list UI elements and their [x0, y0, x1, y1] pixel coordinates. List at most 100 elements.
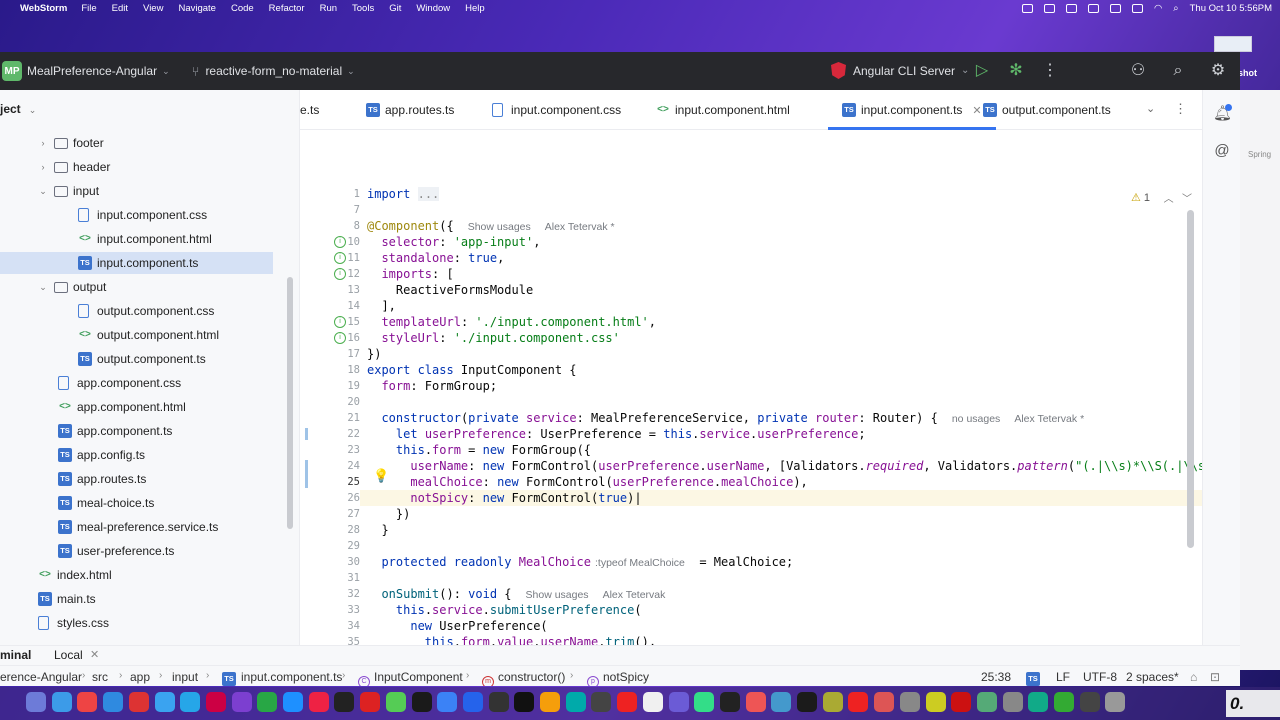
dock-app-icon[interactable] — [488, 692, 509, 712]
tree-file[interactable]: TS app.component.ts — [0, 420, 285, 442]
status-icon[interactable] — [1044, 3, 1055, 13]
dock-app-icon[interactable] — [334, 692, 355, 712]
vcs-change-marker[interactable] — [305, 428, 308, 440]
dock-app-icon[interactable] — [231, 692, 252, 712]
tree-file[interactable]: output.component.css — [0, 300, 285, 322]
dock-app-icon[interactable] — [462, 692, 483, 712]
tree-file[interactable]: TS main.ts — [0, 588, 285, 610]
dock-app-icon[interactable] — [719, 692, 740, 712]
tree-file[interactable]: TS input.component.ts — [0, 252, 273, 274]
tab-more-icon[interactable]: ⋮ — [1174, 101, 1187, 117]
author-hint[interactable]: Alex Tetervak * — [1014, 413, 1084, 425]
breadcrumb-input[interactable]: input — [172, 670, 198, 684]
more-icon[interactable]: ⋮ — [1040, 61, 1060, 81]
dock-app-icon[interactable] — [128, 692, 149, 712]
author-hint[interactable]: Alex Tetervak — [603, 589, 666, 601]
branch-name[interactable]: reactive-form_no-material — [205, 64, 342, 78]
tree-file[interactable]: TS meal-choice.ts — [0, 492, 285, 514]
breadcrumb-project[interactable]: erence-Angular — [0, 670, 82, 684]
dock-app-icon[interactable] — [205, 692, 226, 712]
chevron-right-icon[interactable]: › — [36, 138, 50, 148]
menu-git[interactable]: Git — [389, 3, 401, 14]
dock-app-icon[interactable] — [1105, 692, 1126, 712]
wifi-icon[interactable]: ◠ — [1154, 3, 1162, 14]
ai-assistant-icon[interactable]: @ — [1213, 142, 1231, 160]
project-name[interactable]: MealPreference-Angular — [27, 64, 157, 78]
run-icon[interactable]: ▷ — [972, 61, 992, 81]
tab-list-chevron-icon[interactable]: ⌄ — [1146, 102, 1155, 115]
menu-tools[interactable]: Tools — [352, 3, 374, 14]
terminal-tab-local[interactable]: Local — [54, 648, 83, 662]
dock-app-icon[interactable] — [1054, 692, 1074, 712]
add-user-icon[interactable]: ⚇ — [1128, 61, 1148, 81]
settings-gear-icon[interactable]: ⚙ — [1208, 61, 1228, 81]
status-icon[interactable] — [1110, 3, 1121, 13]
lock-icon[interactable]: ⊡ — [1210, 670, 1220, 684]
search-icon[interactable]: ⌕ — [1173, 3, 1178, 14]
project-panel-header[interactable]: ject ⌄ — [0, 102, 36, 116]
editor-tab[interactable]: TS input.component.ts ✕ — [828, 90, 996, 130]
chevron-down-icon[interactable]: ⌄ — [36, 186, 50, 197]
close-icon[interactable]: ✕ — [972, 104, 981, 117]
menu-window[interactable]: Window — [416, 3, 450, 14]
dock-app-icon[interactable] — [103, 692, 124, 712]
status-icon[interactable] — [1066, 3, 1077, 13]
dock-app-icon[interactable] — [1028, 692, 1049, 712]
problem-navigation-arrows[interactable]: ︿ ﹀ — [1164, 190, 1192, 205]
menu-app-name[interactable]: WebStorm — [20, 3, 67, 14]
menu-view[interactable]: View — [143, 3, 163, 14]
implements-icon[interactable]: i — [334, 236, 346, 248]
dock-app-icon[interactable] — [617, 692, 638, 712]
chevron-right-icon[interactable]: › — [36, 162, 50, 172]
caret-position[interactable]: 25:38 — [981, 670, 1011, 684]
dock-app-icon[interactable] — [257, 692, 278, 712]
dock-app-icon[interactable] — [848, 692, 869, 712]
dock-app-icon[interactable] — [976, 692, 997, 712]
dock-app-icon[interactable] — [77, 692, 98, 712]
breadcrumb-file[interactable]: TS input.component.ts — [222, 670, 342, 686]
dock-app-icon[interactable] — [1079, 692, 1100, 712]
code-editor[interactable]: 1 7 8 10 11 12 13 14 15 16 17 18 19 20 21 22 23 24 25 26 27 2… — [300, 130, 1240, 645]
terminal-title[interactable]: minal — [0, 648, 31, 662]
run-config-selector[interactable]: Angular CLI Server ⌄ — [831, 62, 969, 79]
show-usages-hint[interactable]: Show usages — [526, 589, 589, 601]
dock-app-icon[interactable] — [360, 692, 381, 712]
indent-setting[interactable]: 2 spaces* — [1126, 670, 1179, 684]
show-usages-hint[interactable]: Show usages — [468, 221, 531, 233]
desktop-screenshot-thumbnail[interactable] — [1214, 36, 1252, 52]
editor-tab[interactable]: input.component.css — [492, 90, 621, 130]
dock-app-icon[interactable] — [308, 692, 329, 712]
editor-tab[interactable]: <> input.component.html — [656, 90, 790, 130]
vcs-change-marker[interactable] — [305, 460, 308, 488]
tree-file[interactable]: styles.css — [0, 612, 285, 634]
implements-icon[interactable]: i — [334, 252, 346, 264]
dock-app-icon[interactable] — [925, 692, 946, 712]
tree-folder[interactable]: › footer — [0, 132, 285, 154]
tree-file[interactable]: <> index.html — [0, 564, 285, 586]
editor-tab[interactable]: e.ts — [300, 90, 319, 130]
chevron-down-icon[interactable]: ⌄ — [29, 105, 37, 115]
dock-app-icon[interactable] — [540, 692, 560, 712]
breadcrumb-class[interactable]: C InputComponent — [358, 670, 463, 686]
dock-app-icon[interactable] — [797, 692, 817, 712]
format-icon[interactable]: ⌂ — [1190, 670, 1197, 684]
tree-file[interactable]: TS output.component.ts — [0, 348, 285, 370]
tree-file[interactable]: <> app.component.html — [0, 396, 285, 418]
dock-app-icon[interactable] — [411, 692, 432, 712]
chevron-down-icon[interactable]: ⌄ — [162, 66, 170, 77]
menu-file[interactable]: File — [81, 3, 96, 14]
dock-app-icon[interactable] — [51, 692, 72, 712]
breadcrumb-src[interactable]: src — [92, 670, 108, 684]
tree-scrollbar[interactable] — [287, 277, 293, 529]
dock-app-icon[interactable] — [437, 692, 458, 712]
dock-app-icon[interactable] — [565, 692, 586, 712]
menu-navigate[interactable]: Navigate — [178, 3, 216, 14]
dock-app-icon[interactable] — [668, 692, 689, 712]
dock-app-icon[interactable] — [26, 692, 46, 712]
tree-file[interactable]: TS user-preference.ts — [0, 540, 285, 562]
implements-icon[interactable]: i — [334, 268, 346, 280]
breadcrumb-method[interactable]: m constructor() — [482, 670, 565, 686]
clock[interactable]: Thu Oct 10 5:56PM — [1190, 3, 1272, 14]
close-icon[interactable]: ✕ — [90, 648, 99, 661]
editor-tab[interactable]: TS output.component.ts — [983, 90, 1111, 130]
